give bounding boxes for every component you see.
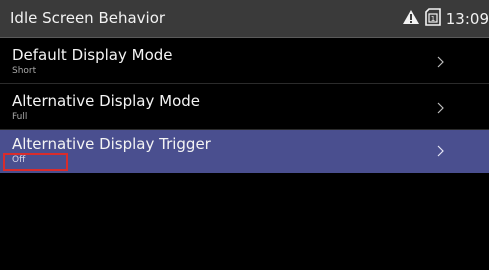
chevron-right-icon	[437, 145, 444, 157]
sim-slot-label: 1	[431, 15, 435, 23]
warning-icon	[402, 9, 420, 29]
menu-item-default-display-mode[interactable]: Default Display Mode Short	[0, 41, 489, 84]
menu-item-title: Default Display Mode	[12, 46, 173, 64]
status-time: 13:09	[445, 10, 489, 28]
status-area: 1 13:09	[402, 0, 489, 38]
menu-item-alternative-display-trigger[interactable]: Alternative Display Trigger Off	[0, 130, 489, 173]
menu-item-title: Alternative Display Mode	[12, 92, 200, 110]
page-title: Idle Screen Behavior	[10, 9, 166, 27]
screenshot-frame: Idle Screen Behavior 1 13:09 Default Dis…	[0, 0, 489, 277]
device-screen: Idle Screen Behavior 1 13:09 Default Dis…	[0, 0, 489, 270]
title-bar: Idle Screen Behavior 1 13:09	[0, 0, 489, 38]
menu-item-value: Short	[12, 66, 37, 76]
menu-item-title: Alternative Display Trigger	[12, 135, 211, 153]
chevron-right-icon	[437, 56, 444, 68]
menu-item-alternative-display-mode[interactable]: Alternative Display Mode Full	[0, 87, 489, 130]
chevron-right-icon	[437, 102, 444, 114]
focus-highlight-box	[3, 153, 68, 171]
sim-card-icon: 1	[424, 8, 441, 30]
menu-item-value: Full	[12, 112, 28, 122]
